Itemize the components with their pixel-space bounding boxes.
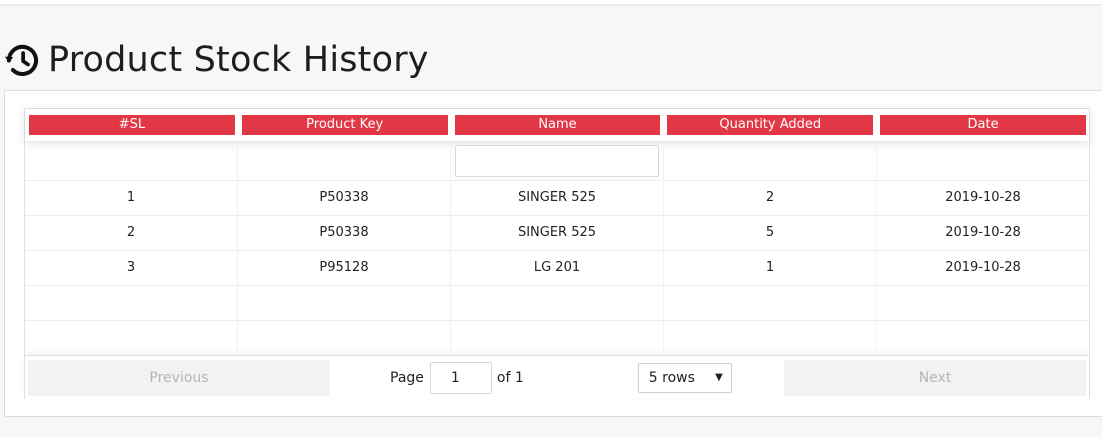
caret-down-icon: ▼ — [715, 372, 723, 383]
cell-sl — [25, 321, 238, 355]
cell-date: 2019-10-28 — [945, 190, 1021, 205]
page-number-input[interactable] — [429, 361, 492, 394]
pagination-bar: Previous Page of 1 5 rows ▼ Next — [25, 355, 1089, 399]
cell-sl: 3 — [25, 251, 238, 285]
rows-per-page-select[interactable]: 5 rows ▼ — [637, 362, 732, 393]
cell-product-key: P50338 — [238, 216, 451, 250]
column-header-quantity-added[interactable]: Quantity Added — [663, 109, 876, 141]
rows-per-page-value: 5 rows — [648, 369, 695, 386]
column-header-date[interactable]: Date — [876, 109, 1089, 141]
page-total-label: of 1 — [496, 369, 524, 386]
previous-button[interactable]: Previous — [28, 359, 330, 396]
cell-product-key — [238, 321, 451, 355]
name-filter-input[interactable] — [455, 145, 659, 177]
cell-date: 2019-10-28 — [945, 260, 1021, 275]
page-label: Page — [390, 369, 424, 386]
cell-name: LG 201 — [451, 251, 664, 285]
table-row-empty — [25, 321, 1089, 356]
page-title: Product Stock History — [48, 40, 429, 80]
cell-date — [877, 321, 1089, 355]
filter-row — [25, 141, 1089, 181]
cell-quantity-added — [664, 321, 877, 355]
cell-sl — [25, 286, 238, 320]
table-row-empty — [25, 286, 1089, 321]
stock-history-card: #SL Product Key Name Quantity Added Date — [4, 90, 1102, 417]
table-row: 3 P95128 LG 201 1 2019-10-28 — [25, 251, 1089, 286]
stock-history-table: #SL Product Key Name Quantity Added Date — [24, 108, 1090, 399]
page-jump: Page of 1 5 rows ▼ — [330, 361, 784, 394]
column-header-name[interactable]: Name — [451, 109, 664, 141]
cell-quantity-added: 5 — [664, 216, 877, 250]
cell-product-key: P50338 — [238, 181, 451, 215]
cell-quantity-added — [664, 286, 877, 320]
cell-name — [451, 286, 664, 320]
history-icon — [4, 42, 41, 79]
page-header: Product Stock History — [4, 38, 429, 82]
cell-name: SINGER 525 — [451, 181, 664, 215]
cell-sl: 1 — [25, 181, 238, 215]
table-row: 2 P50338 SINGER 525 5 2019-10-28 — [25, 216, 1089, 251]
column-header-sl[interactable]: #SL — [25, 109, 238, 141]
cell-quantity-added: 1 — [664, 251, 877, 285]
table-row: 1 P50338 SINGER 525 2 2019-10-28 — [25, 181, 1089, 216]
next-button[interactable]: Next — [784, 359, 1086, 396]
table-header: #SL Product Key Name Quantity Added Date — [25, 109, 1089, 141]
column-header-product-key[interactable]: Product Key — [238, 109, 451, 141]
cell-name: SINGER 525 — [451, 216, 664, 250]
cell-name — [451, 321, 664, 355]
cell-product-key: P95128 — [238, 251, 451, 285]
cell-sl: 2 — [25, 216, 238, 250]
cell-date — [877, 286, 1089, 320]
cell-quantity-added: 2 — [664, 181, 877, 215]
cell-product-key — [238, 286, 451, 320]
table-body: 1 P50338 SINGER 525 2 2019-10-28 2 P5033… — [25, 181, 1089, 356]
top-nav-bar — [0, 0, 1102, 4]
cell-date: 2019-10-28 — [945, 225, 1021, 240]
